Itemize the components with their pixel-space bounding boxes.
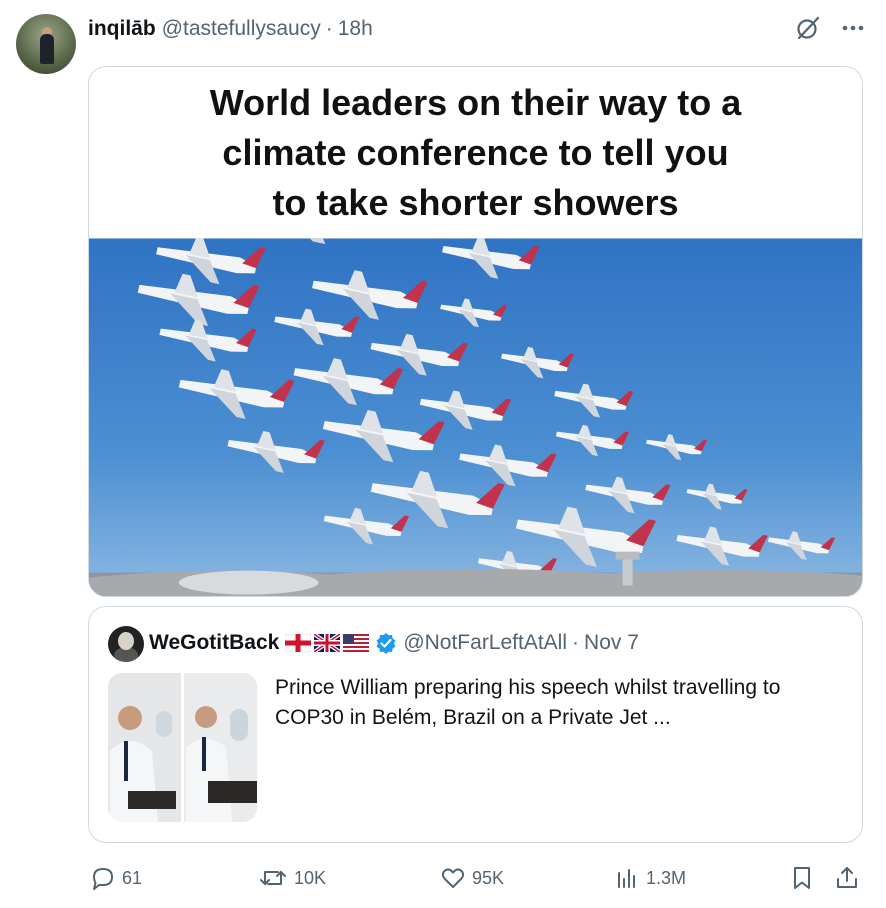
like-button[interactable]: 95K xyxy=(440,860,504,896)
header-separator: · xyxy=(325,17,333,40)
views-icon xyxy=(618,869,635,888)
author-avatar[interactable] xyxy=(16,14,76,74)
like-count: 95K xyxy=(472,867,505,888)
tweet-timestamp[interactable]: 18h xyxy=(338,17,373,41)
share-icon xyxy=(837,867,857,888)
us-flag-icon xyxy=(343,634,370,652)
quoted-tweet-header: WeGotitBack @NotFarLeftAtAll · Nov 7 xyxy=(149,629,639,657)
quoted-tweet-timestamp[interactable]: Nov 7 xyxy=(584,631,639,655)
author-handle[interactable]: @tastefullysaucy xyxy=(162,17,321,41)
airplanes-photo xyxy=(89,238,862,596)
views-button[interactable]: 1.3M xyxy=(614,860,686,896)
tweet-header: inqilāb @tastefullysaucy · 18h xyxy=(88,16,373,42)
like-icon xyxy=(441,868,465,888)
photo-right xyxy=(184,673,257,822)
quoted-author-avatar[interactable] xyxy=(108,626,144,662)
england-flag-icon xyxy=(285,634,312,652)
quoted-header-separator: · xyxy=(572,631,580,654)
quoted-avatar-body xyxy=(114,648,138,662)
avatar-figure xyxy=(40,34,54,64)
tweet-top-icons xyxy=(794,14,866,42)
views-count: 1.3M xyxy=(646,867,687,888)
quoted-avatar-face xyxy=(118,632,134,650)
repost-icon xyxy=(260,871,286,885)
quoted-author-handle[interactable]: @NotFarLeftAtAll xyxy=(403,631,567,655)
uk-flag-icon xyxy=(314,634,341,652)
meme-caption: World leaders on their way to a climate … xyxy=(209,81,742,223)
repost-button[interactable]: 10K xyxy=(258,860,326,896)
reply-icon xyxy=(93,868,113,890)
repost-count: 10K xyxy=(294,867,327,888)
photo-left xyxy=(108,673,181,822)
quoted-author-display-name[interactable]: WeGotitBack xyxy=(149,631,279,655)
verified-badge-icon xyxy=(376,633,396,654)
quoted-tweet-card[interactable]: WeGotitBack @NotFarLeftAtAll · Nov 7 Pri… xyxy=(88,606,863,843)
author-display-name[interactable]: inqilāb xyxy=(88,17,156,41)
quoted-tweet-text: Prince William preparing his speech whil… xyxy=(275,676,781,729)
quoted-tweet-image[interactable] xyxy=(108,673,257,822)
more-icon[interactable] xyxy=(840,15,866,41)
tweet-action-bar: 61 10K 95K 1.3M xyxy=(0,860,886,896)
reply-button[interactable]: 61 xyxy=(90,860,142,896)
reply-count: 61 xyxy=(122,867,143,888)
tweet-media-card[interactable]: World leaders on their way to a climate … xyxy=(88,66,863,597)
grok-icon[interactable] xyxy=(794,14,822,42)
bookmark-icon xyxy=(794,867,810,889)
bookmark-button[interactable] xyxy=(790,860,814,896)
share-button[interactable] xyxy=(834,860,860,896)
flag-emojis xyxy=(285,634,370,652)
